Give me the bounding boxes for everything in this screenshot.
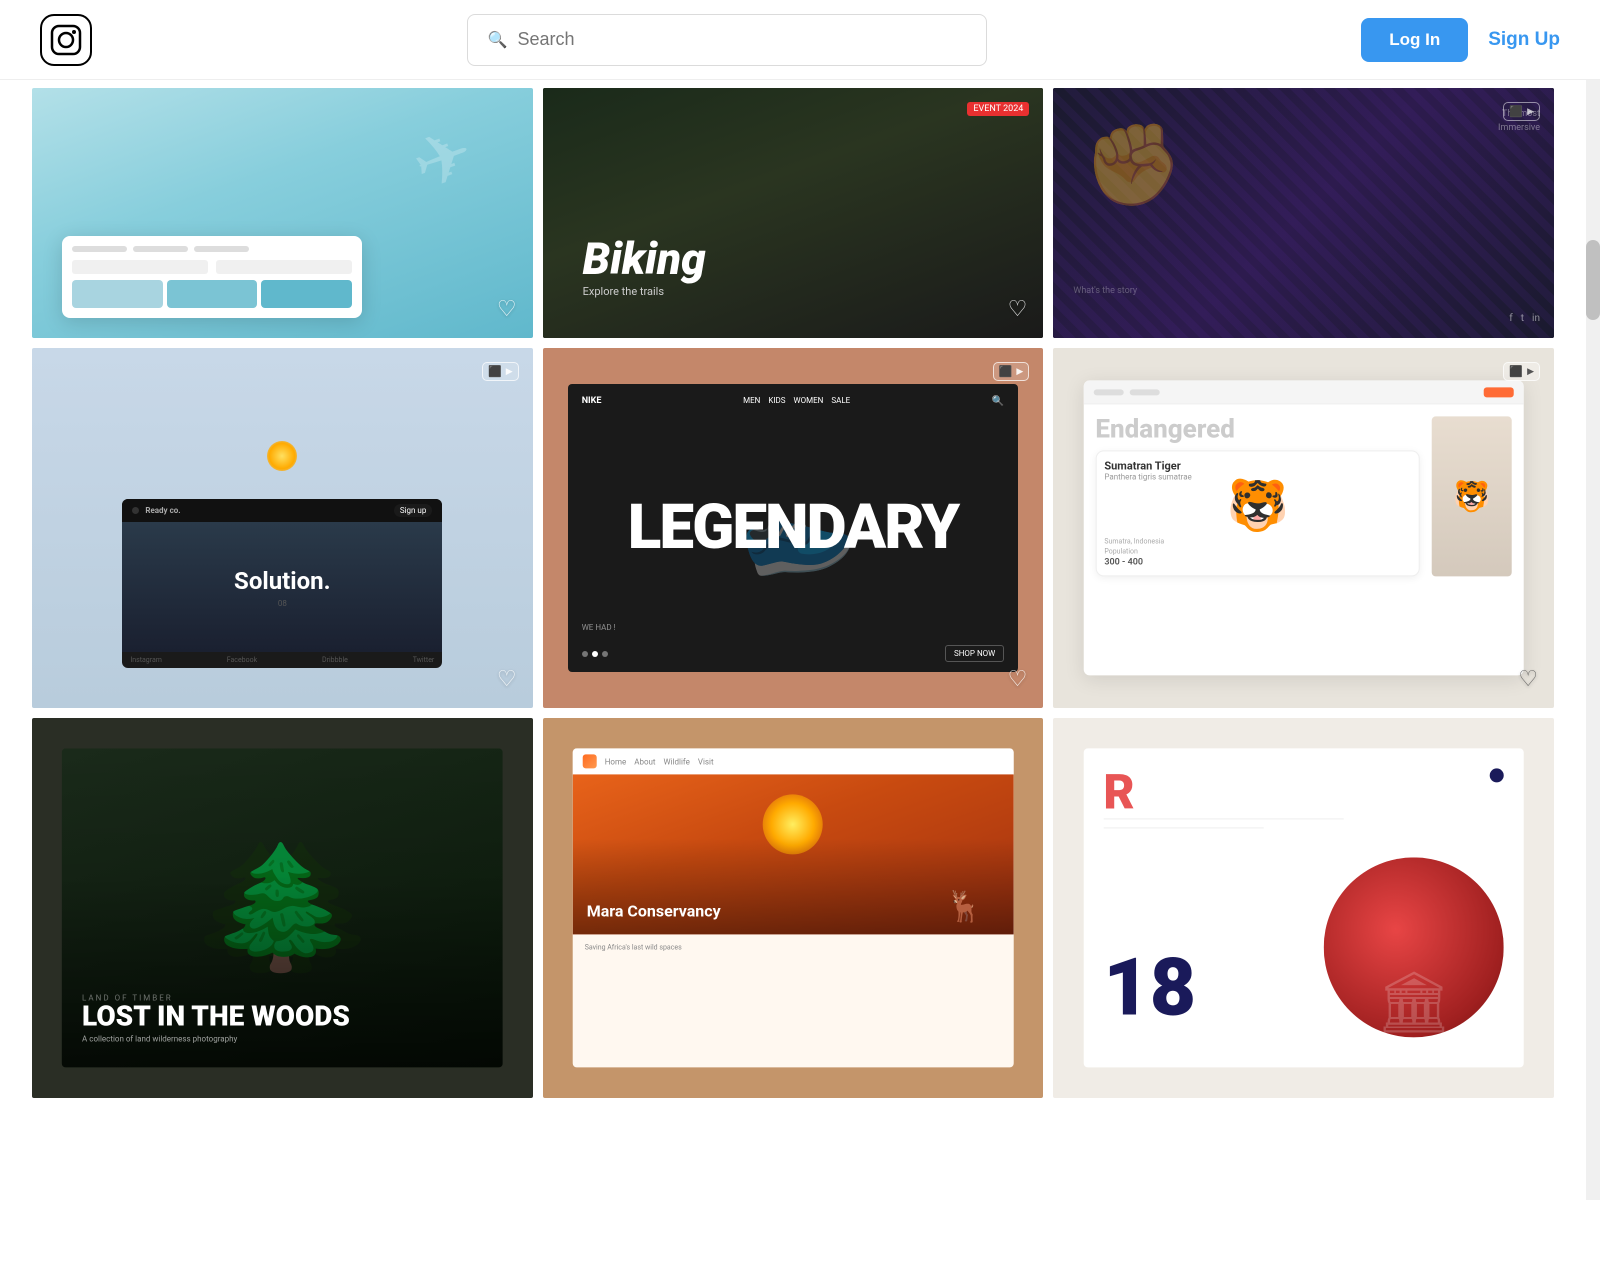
header-actions: Log In Sign Up [1361, 18, 1560, 62]
endangered-inner: Endangered Sumatran Tiger Panthera tigri… [1083, 380, 1524, 675]
mockup-4: Ready co. Sign up Solution. 08 Instagram… [122, 499, 442, 668]
r-mag-inner: R 18 🏛 [1083, 748, 1524, 1067]
header: 🔍 Log In Sign Up [0, 0, 1600, 80]
grid-item-6[interactable]: Endangered Sumatran Tiger Panthera tigri… [1053, 348, 1554, 708]
grid-item-9[interactable]: R 18 🏛 [1053, 718, 1554, 1098]
biking-title: Biking [583, 237, 706, 281]
image-grid: ✈ ♡ [32, 80, 1554, 1098]
blue-dot [1490, 768, 1504, 782]
heart-icon-2[interactable]: ♡ [1008, 297, 1028, 322]
nike-bottom: WE HAD ! SHOP NOW [568, 645, 1019, 662]
r-letter: R [1103, 768, 1504, 816]
grid-item-8[interactable]: Home About Wildlife Visit 🦌 Mara Conserv… [543, 718, 1044, 1098]
plane-icon: ✈ [402, 110, 486, 208]
mara-logo [583, 754, 597, 768]
scrollbar[interactable] [1586, 80, 1600, 1200]
grid-item-5[interactable]: NIKE MEN KIDS WOMEN SALE 🔍 👟 LEGENDARY [543, 348, 1044, 708]
biking-badge: EVENT 2024 [967, 102, 1029, 116]
biking-sub: Explore the trails [583, 285, 706, 298]
heart-icon-1[interactable]: ♡ [497, 297, 517, 322]
r-number: 18 [1103, 948, 1196, 1028]
endangered-title: Endangered [1095, 416, 1420, 442]
main-content: ✈ ♡ [0, 80, 1600, 1098]
mara-hero: 🦌 Mara Conservancy [573, 774, 1014, 934]
r-circle: 🏛 [1324, 858, 1504, 1038]
login-button[interactable]: Log In [1361, 18, 1468, 62]
divider-lines [1103, 818, 1504, 836]
scrollbar-thumb[interactable] [1586, 240, 1600, 320]
nike-card-inner: NIKE MEN KIDS WOMEN SALE 🔍 👟 LEGENDARY [568, 384, 1019, 672]
sun-element [267, 441, 297, 471]
lost-text: Land of Timber LOST IN THE WOODS A colle… [82, 994, 350, 1044]
lost-inner: 🌲 Land of Timber LOST IN THE WOODS A col… [62, 748, 503, 1067]
search-bar[interactable]: 🔍 [467, 14, 987, 66]
heart-icon-6[interactable]: ♡ [1518, 667, 1538, 692]
dark-hero-title: What's the story [1073, 284, 1137, 298]
deer-icon: 🦌 [946, 889, 983, 924]
tiger-icon: 🐯 [1104, 481, 1411, 531]
signup-button[interactable]: Sign Up [1488, 29, 1560, 51]
heart-icon-5[interactable]: ♡ [1008, 667, 1028, 692]
grid-item-4[interactable]: Ready co. Sign up Solution. 08 Instagram… [32, 348, 533, 708]
grid-item-2[interactable]: Biking Explore the trails EVENT 2024 ♡ [543, 88, 1044, 338]
mara-nav: Home About Wildlife Visit [573, 748, 1014, 774]
heart-icon-4[interactable]: ♡ [497, 667, 517, 692]
mara-body: Saving Africa's last wild spaces [573, 934, 1014, 961]
legendary-title: LEGENDARY [628, 500, 958, 556]
mockup-1 [62, 236, 362, 318]
search-input[interactable] [518, 29, 966, 50]
logo-area [40, 14, 92, 66]
biking-content: Biking Explore the trails EVENT 2024 [543, 88, 1044, 338]
mara-inner: Home About Wildlife Visit 🦌 Mara Conserv… [573, 748, 1014, 1067]
instagram-logo[interactable] [40, 14, 92, 66]
grid-item-1[interactable]: ✈ ♡ [32, 88, 533, 338]
building-icon: 🏛 [1376, 967, 1452, 1038]
grid-item-3[interactable]: The most Immersive ✊ What's the story f … [1053, 88, 1554, 338]
tiger-card: Sumatran Tiger Panthera tigris sumatrae … [1095, 450, 1420, 576]
grid-item-7[interactable]: 🌲 Land of Timber LOST IN THE WOODS A col… [32, 718, 533, 1098]
nike-nav: NIKE MEN KIDS WOMEN SALE 🔍 [568, 396, 1019, 407]
search-icon: 🔍 [488, 30, 508, 49]
